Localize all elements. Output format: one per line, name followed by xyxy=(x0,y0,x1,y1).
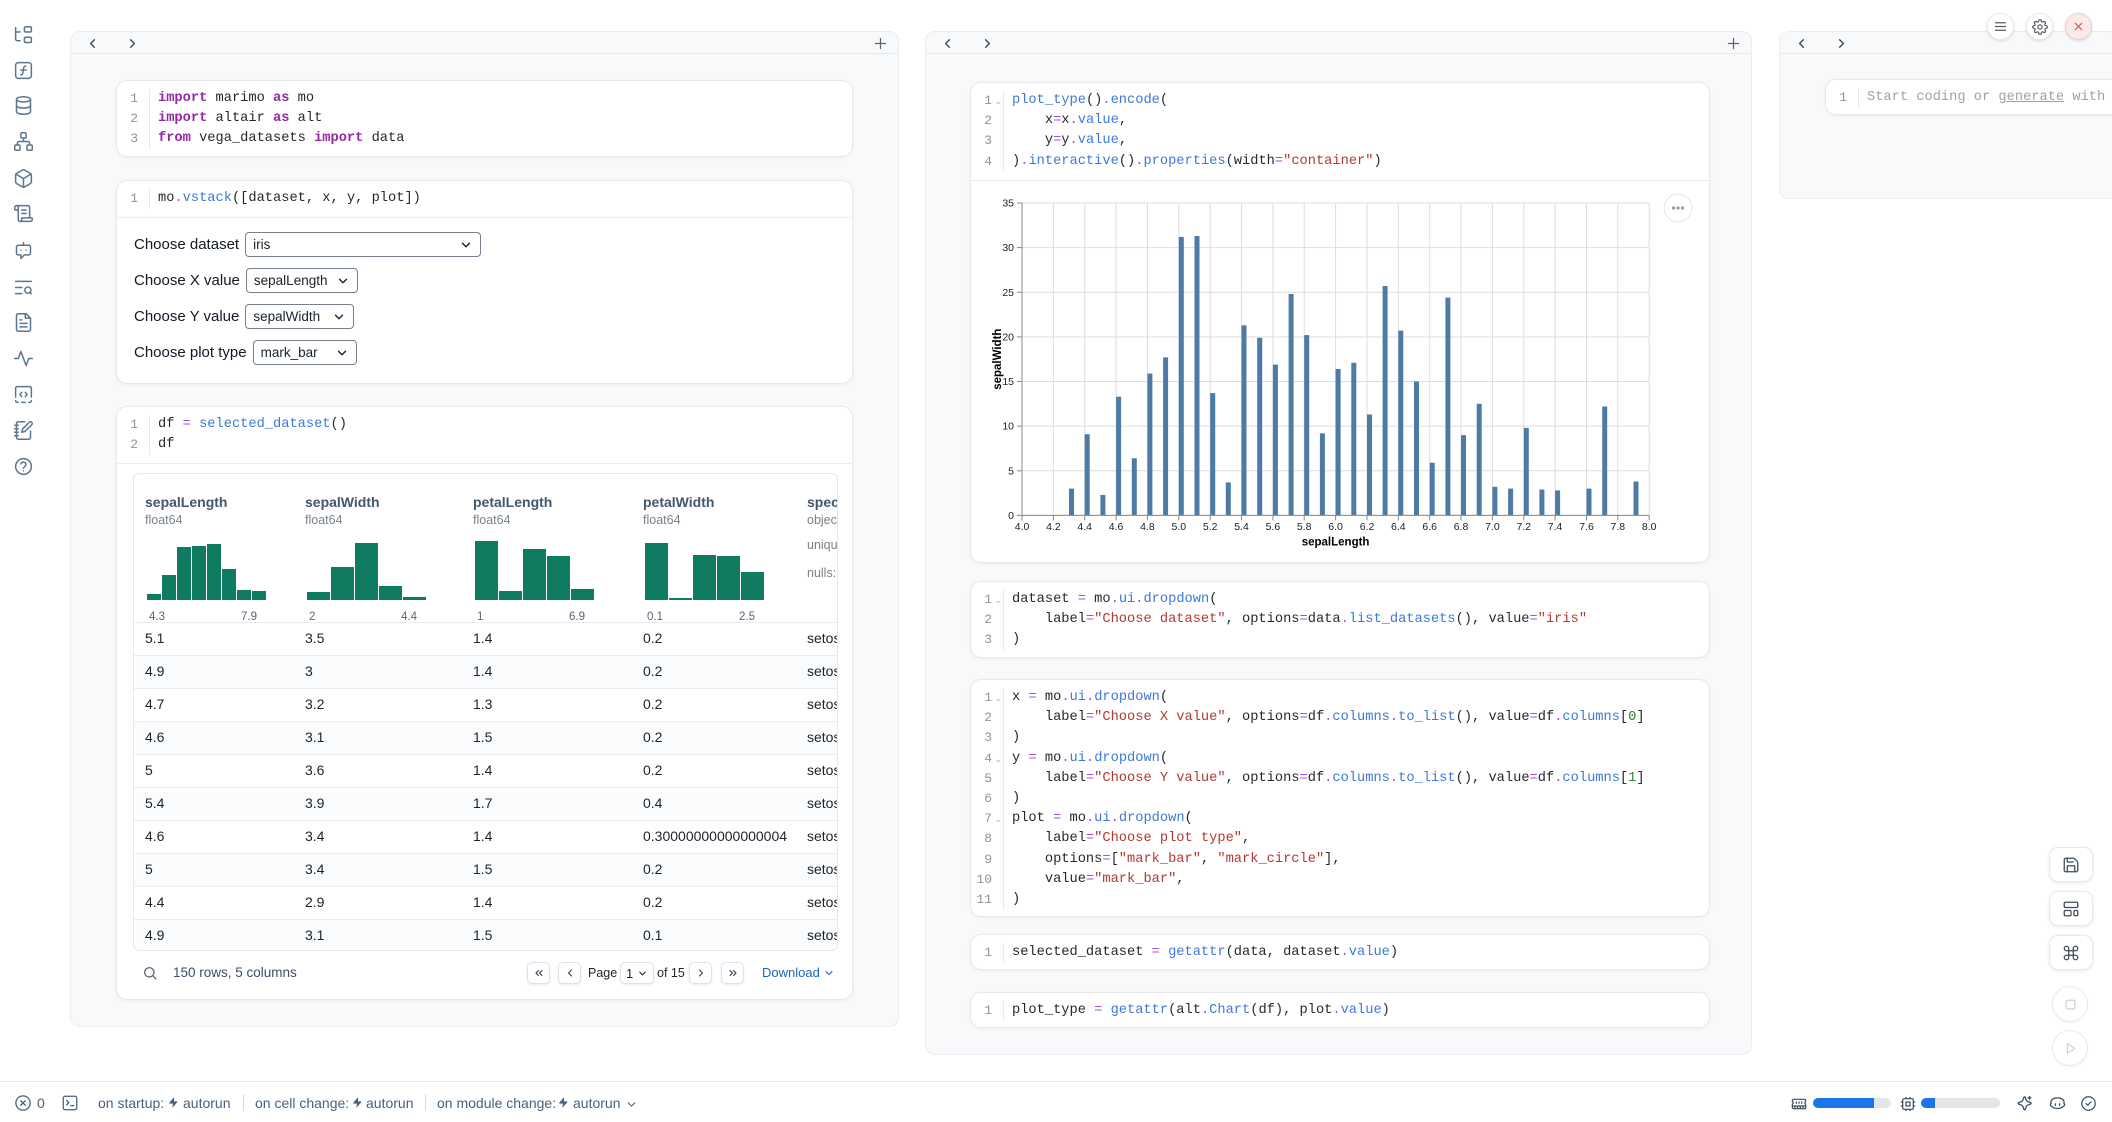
svg-text:5.8: 5.8 xyxy=(1297,521,1312,533)
svg-text:5.6: 5.6 xyxy=(1266,521,1281,533)
svg-text:0: 0 xyxy=(1008,510,1014,522)
svg-text:35: 35 xyxy=(1002,197,1014,209)
svg-text:10: 10 xyxy=(1002,420,1014,432)
svg-text:5.0: 5.0 xyxy=(1171,521,1186,533)
svg-text:sepalLength: sepalLength xyxy=(1302,536,1370,548)
svg-text:6.4: 6.4 xyxy=(1391,521,1406,533)
svg-text:5.4: 5.4 xyxy=(1234,521,1249,533)
svg-text:4.4: 4.4 xyxy=(1077,521,1092,533)
svg-text:6.6: 6.6 xyxy=(1422,521,1437,533)
svg-text:15: 15 xyxy=(1002,376,1014,388)
svg-text:20: 20 xyxy=(1002,331,1014,343)
svg-text:4.6: 4.6 xyxy=(1109,521,1124,533)
svg-text:4.2: 4.2 xyxy=(1046,521,1061,533)
svg-text:5.2: 5.2 xyxy=(1203,521,1218,533)
svg-text:6.8: 6.8 xyxy=(1454,521,1469,533)
svg-text:5: 5 xyxy=(1008,465,1014,477)
svg-text:4.8: 4.8 xyxy=(1140,521,1155,533)
svg-text:7.2: 7.2 xyxy=(1516,521,1531,533)
svg-text:7.8: 7.8 xyxy=(1610,521,1625,533)
svg-text:7.0: 7.0 xyxy=(1485,521,1500,533)
svg-text:30: 30 xyxy=(1002,242,1014,254)
svg-text:8.0: 8.0 xyxy=(1642,521,1657,533)
svg-text:7.6: 7.6 xyxy=(1579,521,1594,533)
svg-text:6.0: 6.0 xyxy=(1328,521,1343,533)
svg-text:6.2: 6.2 xyxy=(1360,521,1375,533)
svg-text:25: 25 xyxy=(1002,287,1014,299)
svg-text:sepalWidth: sepalWidth xyxy=(992,328,1004,389)
svg-text:4.0: 4.0 xyxy=(1015,521,1030,533)
svg-text:7.4: 7.4 xyxy=(1548,521,1563,533)
